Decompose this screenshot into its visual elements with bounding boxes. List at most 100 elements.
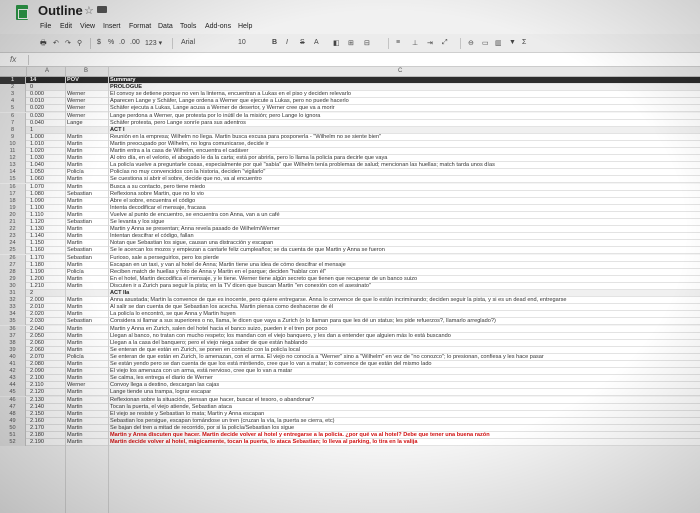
row-number[interactable]: 26 bbox=[0, 254, 26, 262]
currency-button[interactable]: $ bbox=[97, 39, 101, 46]
cell-pov[interactable]: Martin bbox=[67, 226, 107, 233]
table-row[interactable]: 37 2.050 Martin Llegan al banco, no tratan … bbox=[0, 332, 700, 340]
cell-scene-number[interactable]: 2.000 bbox=[30, 297, 64, 304]
cell-summary[interactable]: Se le acercan los mozos y empiezan a can… bbox=[110, 247, 700, 254]
cell-pov[interactable]: Martin bbox=[67, 155, 107, 162]
table-row[interactable]: 28 1.190 Policía Reciben match de huellas y… bbox=[0, 268, 700, 276]
cell-summary[interactable]: Summary bbox=[110, 77, 700, 84]
font-size-dropdown[interactable]: 10 bbox=[238, 39, 246, 46]
cell-scene-number[interactable]: 1.120 bbox=[30, 219, 64, 226]
cell-pov[interactable]: Martin bbox=[67, 297, 107, 304]
cell-summary[interactable]: Considera si llamar a sus superiores o n… bbox=[110, 318, 700, 325]
cell-pov[interactable]: Sebastian bbox=[67, 191, 107, 198]
table-row[interactable]: 16 1.070 Martin Busca a su contacto, pero t… bbox=[0, 183, 700, 191]
cell-pov[interactable]: Martin bbox=[67, 176, 107, 183]
menu-file[interactable]: File bbox=[40, 23, 51, 30]
row-number[interactable]: 28 bbox=[0, 268, 26, 276]
cell-summary[interactable]: Se levanta y los sigue bbox=[110, 219, 700, 226]
row-number[interactable]: 24 bbox=[0, 240, 26, 248]
increase-decimal-button[interactable]: .00 bbox=[130, 39, 140, 46]
cell-pov[interactable]: Martin bbox=[67, 240, 107, 247]
cell-scene-number[interactable]: 0.040 bbox=[30, 120, 64, 127]
cell-summary[interactable]: Schäfer ejecuta a Lukas, Lange acusa a W… bbox=[110, 105, 700, 112]
cell-pov[interactable]: Martin bbox=[67, 148, 107, 155]
row-number[interactable]: 11 bbox=[0, 148, 26, 155]
row-number[interactable]: 8 bbox=[0, 126, 26, 134]
cell-scene-number[interactable]: 2.170 bbox=[30, 425, 64, 432]
table-row[interactable]: 50 2.170 Martin Se bajan del tren a mitad d… bbox=[0, 424, 700, 432]
table-row[interactable]: 22 1.130 Martin Martin y Anna se presentan;… bbox=[0, 226, 700, 234]
cell-scene-number[interactable]: 1 bbox=[30, 127, 64, 134]
cell-pov[interactable]: Werner bbox=[67, 113, 107, 120]
row-number[interactable]: 52 bbox=[0, 439, 26, 447]
cell-pov[interactable]: Martin bbox=[67, 304, 107, 311]
align-horizontal-icon[interactable]: ≡ bbox=[396, 39, 400, 46]
cell-summary[interactable]: La policía lo encontró, se que Anna y Ma… bbox=[110, 311, 700, 318]
cell-scene-number[interactable]: 1.000 bbox=[30, 134, 64, 141]
menu-format[interactable]: Format bbox=[129, 23, 151, 30]
cell-scene-number[interactable]: 2.010 bbox=[30, 304, 64, 311]
table-row[interactable]: 6 0.030 Werner Lange perdona a Werner, que … bbox=[0, 112, 700, 120]
cell-scene-number[interactable]: 2.080 bbox=[30, 361, 64, 368]
section-row[interactable]: 8 1 ACT I bbox=[0, 126, 700, 134]
table-row[interactable]: 11 1.020 Martin Martin entra a la casa de W… bbox=[0, 148, 700, 156]
cell-pov[interactable]: Martin bbox=[67, 361, 107, 368]
row-number[interactable]: 42 bbox=[0, 368, 26, 376]
cell-pov[interactable] bbox=[67, 290, 107, 297]
cell-summary[interactable]: Escapan en un taxi, y van al hotel de An… bbox=[110, 262, 700, 269]
cell-summary[interactable]: Busca a su contacto, pero tiene miedo bbox=[110, 184, 700, 191]
cell-pov[interactable]: Werner bbox=[67, 382, 107, 389]
paint-format-icon[interactable]: ⚲ bbox=[77, 39, 82, 47]
undo-icon[interactable]: ↶ bbox=[53, 39, 59, 47]
cell-summary[interactable]: Notan que Sebastian los sigue, causan un… bbox=[110, 240, 700, 247]
cell-scene-number[interactable]: 2.190 bbox=[30, 439, 64, 446]
table-row[interactable]: 40 2.070 Policía Se enteran de que están en… bbox=[0, 353, 700, 361]
cell-pov[interactable]: Sebastian bbox=[67, 219, 107, 226]
cell-pov[interactable] bbox=[67, 127, 107, 134]
table-row[interactable]: 24 1.150 Martin Notan que Sebastian los sig… bbox=[0, 240, 700, 248]
row-number[interactable]: 19 bbox=[0, 204, 26, 212]
cell-summary[interactable]: Reciben match de huellas y foto de Anna … bbox=[110, 269, 700, 276]
table-row[interactable]: 42 2.090 Martin El viejo los amenaza con un… bbox=[0, 368, 700, 376]
cell-pov[interactable]: Martin bbox=[67, 333, 107, 340]
cell-scene-number[interactable]: 2 bbox=[30, 290, 64, 297]
italic-button[interactable]: I bbox=[286, 39, 288, 46]
row-number[interactable]: 40 bbox=[0, 353, 26, 361]
cell-pov[interactable] bbox=[67, 84, 107, 91]
cell-summary[interactable]: PROLOGUE bbox=[110, 84, 700, 91]
row-number[interactable]: 46 bbox=[0, 396, 26, 404]
cell-scene-number[interactable]: 1.080 bbox=[30, 191, 64, 198]
row-number[interactable]: 5 bbox=[0, 105, 26, 113]
cell-summary[interactable]: Schäfer protesta, pero Lange sonríe para… bbox=[110, 120, 700, 127]
cell-scene-number[interactable]: 2.100 bbox=[30, 375, 64, 382]
row-number[interactable]: 16 bbox=[0, 183, 26, 191]
sheets-logo-icon[interactable] bbox=[16, 5, 28, 20]
cell-summary[interactable]: Se calma, les entrega el diario de Werne… bbox=[110, 375, 700, 382]
cell-scene-number[interactable]: 1.210 bbox=[30, 283, 64, 290]
cell-scene-number[interactable]: 1.090 bbox=[30, 198, 64, 205]
table-row[interactable]: 20 1.110 Martin Vuelve al punto de encuentr… bbox=[0, 211, 700, 219]
cell-scene-number[interactable]: 1.100 bbox=[30, 205, 64, 212]
table-row[interactable]: 26 1.170 Sebastian Furioso, sale a persegui… bbox=[0, 254, 700, 262]
row-number[interactable]: 3 bbox=[0, 91, 26, 99]
row-number[interactable]: 34 bbox=[0, 311, 26, 319]
cell-summary[interactable]: Martin y Anna se presentan; Anna revela … bbox=[110, 226, 700, 233]
table-row[interactable]: 3 0.000 Werner El convoy se detiene porque … bbox=[0, 91, 700, 99]
row-number[interactable]: 32 bbox=[0, 297, 26, 305]
cell-summary[interactable]: Reflexionan sobre la situación, piensan … bbox=[110, 397, 700, 404]
number-format-dropdown[interactable]: 123 ▾ bbox=[145, 39, 162, 47]
table-row[interactable]: 15 1.060 Martin Se cuestiona si abrir el so… bbox=[0, 176, 700, 184]
row-number[interactable]: 38 bbox=[0, 339, 26, 347]
cell-summary[interactable]: Se cuestiona si abrir el sobre, decide q… bbox=[110, 176, 700, 183]
row-number[interactable]: 31 bbox=[0, 290, 26, 297]
row-number[interactable]: 6 bbox=[0, 112, 26, 120]
cell-pov[interactable]: Martin bbox=[67, 162, 107, 169]
cell-pov[interactable]: Werner bbox=[67, 91, 107, 98]
cell-pov[interactable]: Policía bbox=[67, 354, 107, 361]
table-row[interactable]: 46 2.130 Martin Reflexionan sobre la situac… bbox=[0, 396, 700, 404]
column-header-b[interactable]: B bbox=[84, 68, 88, 74]
table-row[interactable]: 43 2.100 Martin Se calma, les entrega el di… bbox=[0, 375, 700, 383]
redo-icon[interactable]: ↷ bbox=[65, 39, 71, 47]
row-number[interactable]: 9 bbox=[0, 133, 26, 141]
text-wrap-icon[interactable]: ⇥ bbox=[427, 39, 433, 47]
